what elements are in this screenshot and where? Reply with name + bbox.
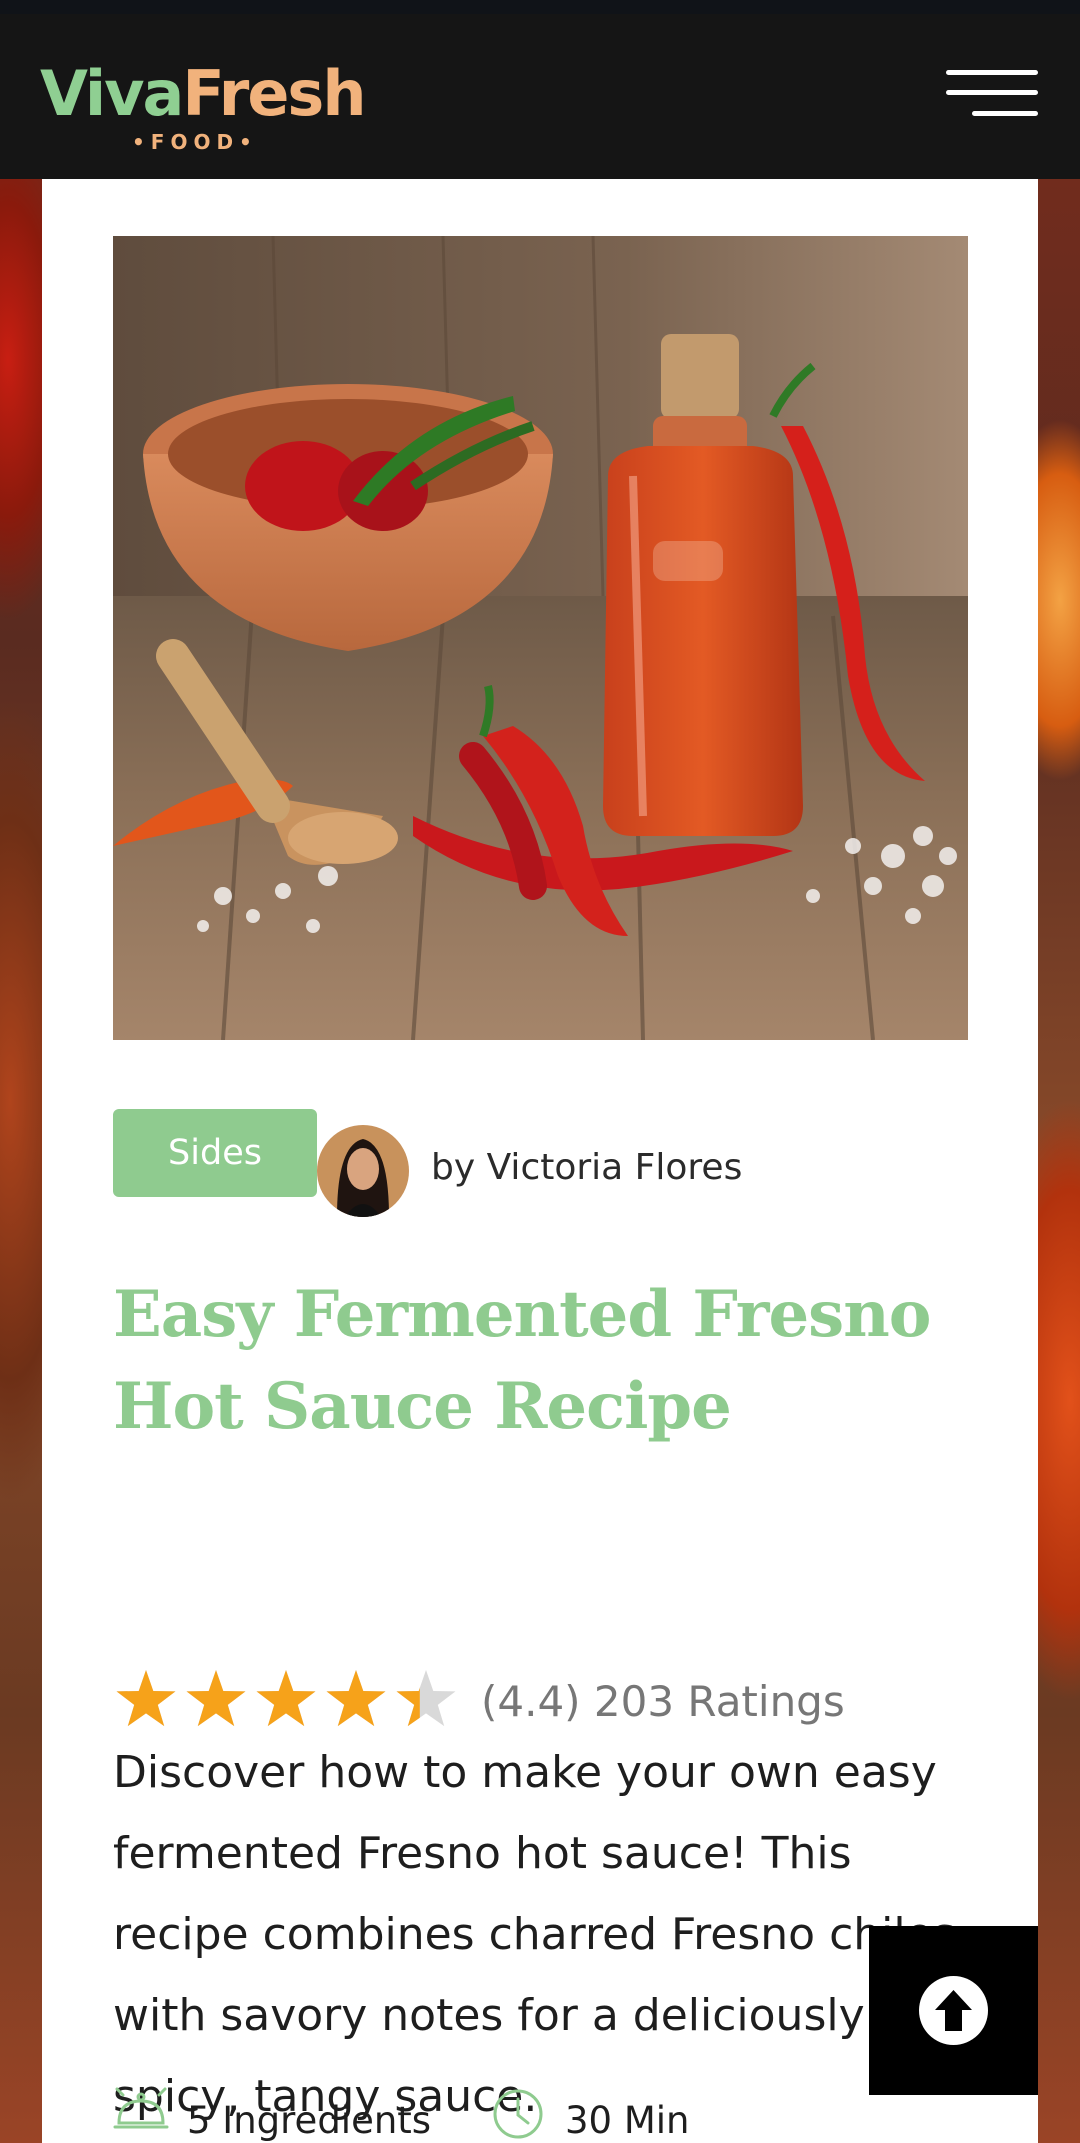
cloche-icon	[113, 2087, 169, 2141]
recipe-hero-image	[113, 236, 968, 1040]
author-name[interactable]: by Victoria Flores	[431, 1147, 742, 1188]
star-filled-icon	[256, 1670, 316, 1727]
recipe-description: Discover how to make your own easy ferme…	[113, 1747, 956, 2122]
author-avatar	[317, 1125, 409, 1217]
hamburger-menu-icon[interactable]	[946, 66, 1038, 122]
menu-line	[946, 90, 1038, 95]
menu-line	[946, 70, 1038, 75]
logo-food-text: •FOOD•	[132, 130, 258, 154]
star-filled-icon	[186, 1670, 246, 1727]
scroll-to-top-button[interactable]	[869, 1926, 1038, 2095]
recipe-meta: Sides by Victoria Flores	[113, 1109, 968, 1217]
menu-line	[972, 111, 1038, 116]
star-rating[interactable]	[113, 1665, 463, 1735]
category-badge[interactable]: Sides	[113, 1109, 317, 1197]
site-logo[interactable]: VivaFresh •FOOD•	[40, 54, 366, 164]
logo-fresh-text: Fresh	[182, 57, 366, 130]
logo-wordmark: VivaFresh	[40, 54, 366, 134]
arrow-up-circle-icon	[919, 1976, 988, 2045]
clock-icon	[491, 2087, 545, 2143]
rating-row: (4.4) 203 Ratings	[113, 1665, 968, 1735]
site-header: VivaFresh •FOOD•	[0, 14, 1080, 179]
ingredients-info: 5 Ingredients	[113, 2079, 433, 2143]
recipe-info: 5 Ingredients 30 Min	[113, 2079, 968, 2143]
time-info: 30 Min	[491, 2079, 791, 2143]
ingredients-label: 5 Ingredients	[187, 2099, 432, 2142]
star-filled-icon	[116, 1670, 176, 1727]
recipe-card: Sides by Victoria Flores Easy Fermented …	[42, 179, 1038, 2143]
logo-viva-text: Viva	[40, 57, 184, 130]
recipe-title: Easy Fermented Fresno Hot Sauce Recipe	[113, 1277, 931, 1444]
star-filled-icon	[326, 1670, 386, 1727]
time-label: 30 Min	[565, 2099, 690, 2142]
rating-summary: (4.4) 203 Ratings	[481, 1677, 845, 1726]
status-bar	[0, 0, 1080, 14]
